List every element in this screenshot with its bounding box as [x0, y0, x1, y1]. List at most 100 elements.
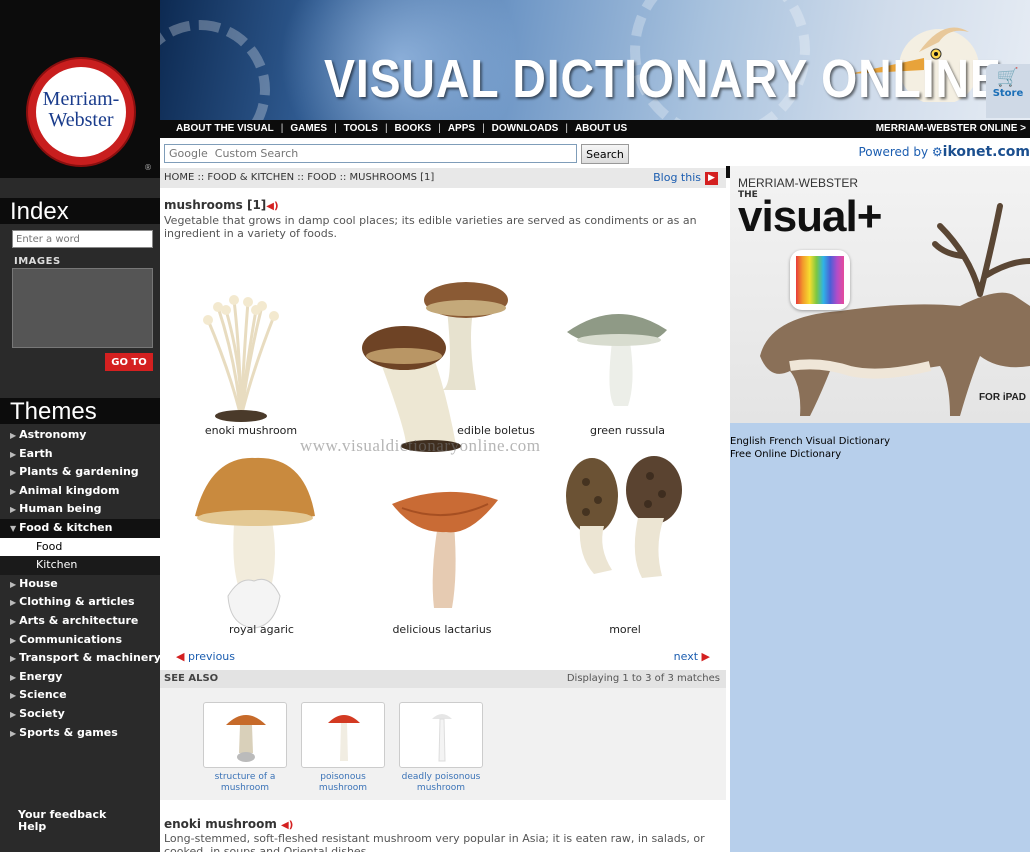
themes-item[interactable]: ▶ Astronomy	[0, 426, 160, 445]
themes-item-label: Earth	[19, 446, 53, 460]
triangle-right-icon: ▶	[10, 505, 17, 515]
nav-about-the-visual[interactable]: ABOUT THE VISUAL	[176, 123, 274, 134]
see-also-thumbnail	[301, 702, 385, 768]
themes-item[interactable]: ▶ Clothing & articles	[0, 593, 160, 612]
speaker-icon[interactable]: ◀)	[266, 201, 278, 212]
help-link[interactable]: Help	[18, 821, 106, 833]
index-heading: Index	[0, 198, 160, 225]
search-input[interactable]	[164, 144, 577, 163]
triangle-right-icon: ▶	[10, 635, 17, 645]
see-also-caption: deadly poisonous mushroom	[401, 772, 481, 793]
english-french-dictionary-link[interactable]: English French Visual Dictionary	[730, 435, 890, 448]
see-also-item[interactable]: structure of a mushroom	[203, 702, 287, 794]
nav-apps[interactable]: APPS	[448, 123, 475, 134]
triangle-right-icon: ▶	[10, 709, 17, 719]
themes-item[interactable]: ▶ Animal kingdom	[0, 482, 160, 501]
see-also-item[interactable]: poisonous mushroom	[301, 702, 385, 794]
themes-item[interactable]: ▶ House	[0, 575, 160, 594]
see-also-thumbnail	[399, 702, 483, 768]
themes-item-label: Transport & machinery	[19, 651, 161, 665]
banner-title: VISUAL DICTIONARY ONLINE	[324, 49, 1002, 109]
powered-by[interactable]: Powered by ⚙ikonet.com	[859, 144, 1030, 160]
see-also-thumbnail	[203, 702, 287, 768]
right-panel: MERRIAM-WEBSTER visual+ THE FOR iPAD Eng…	[730, 166, 1030, 852]
themes-item[interactable]: ▶ Transport & machinery	[0, 649, 161, 668]
logo-inner: Merriam- Webster	[36, 67, 126, 157]
term-definition: Vegetable that grows in damp cool places…	[164, 214, 697, 240]
breadcrumb-text[interactable]: HOME :: FOOD & KITCHEN :: FOOD :: MUSHRO…	[164, 172, 434, 183]
morel-label[interactable]: morel	[600, 623, 650, 636]
green-russula-image[interactable]	[562, 302, 672, 412]
themes-item[interactable]: ▶ Plants & gardening	[0, 463, 160, 482]
sidebar-footer: Your feedback Help	[18, 809, 106, 833]
themes-item[interactable]: ▶ Science	[0, 686, 160, 705]
next-link[interactable]: next ▶	[674, 650, 710, 663]
arrow-right-icon: ▶	[701, 650, 710, 663]
themes-subitem[interactable]: Kitchen	[0, 556, 160, 575]
delicious-lactarius-image[interactable]	[390, 484, 500, 614]
cart-icon: 🛒	[996, 67, 1020, 88]
ad-product: visual+	[738, 192, 882, 241]
merriam-webster-logo[interactable]: Merriam- Webster ®	[26, 57, 152, 172]
term-title-text: mushrooms [1]	[164, 198, 267, 212]
themes-item-label: House	[19, 576, 58, 590]
triangle-right-icon: ▶	[10, 431, 17, 440]
ikonet-logo-icon: ⚙	[931, 145, 943, 159]
nav-about-us[interactable]: ABOUT US	[575, 123, 627, 134]
see-also-item[interactable]: deadly poisonous mushroom	[399, 702, 483, 794]
nav-books[interactable]: BOOKS	[395, 123, 432, 134]
royal-agaric-image[interactable]	[190, 456, 320, 631]
merriam-webster-online-link[interactable]: MERRIAM-WEBSTER ONLINE >	[876, 123, 1026, 134]
themes-item[interactable]: ▶ Communications	[0, 631, 160, 650]
themes-item[interactable]: ▶ Energy	[0, 668, 160, 687]
triangle-right-icon: ▶	[10, 486, 17, 496]
see-also-title: SEE ALSO	[164, 673, 219, 684]
images-preview-box	[12, 268, 153, 348]
royal-agaric-label[interactable]: royal agaric	[214, 623, 309, 636]
themes-item[interactable]: ▶ Sports & games	[0, 724, 160, 743]
powered-by-brand: ikonet.com	[942, 144, 1030, 160]
themes-list: ▶ Astronomy ▶ Earth ▶ Plants & gardening ▶ Anim…	[0, 426, 161, 743]
themes-item-label: Human being	[19, 502, 102, 516]
breadcrumb: HOME :: FOOD & KITCHEN :: FOOD :: MUSHRO…	[160, 168, 726, 188]
term-title: mushrooms [1]◀)	[164, 198, 279, 212]
previous-link[interactable]: ◀ previous	[176, 650, 235, 663]
enoki-mushroom-image[interactable]	[196, 292, 286, 422]
nav-games[interactable]: GAMES	[290, 123, 327, 134]
store-label: Store	[992, 88, 1024, 99]
go-to-button[interactable]: GO TO	[105, 353, 153, 371]
themes-item[interactable]: ▼ Food & kitchen	[0, 518, 160, 538]
triangle-right-icon: ▶	[10, 691, 17, 701]
themes-subitem[interactable]: Food	[0, 537, 160, 557]
green-russula-label[interactable]: green russula	[580, 424, 675, 437]
free-online-dictionary-link[interactable]: Free Online Dictionary	[730, 448, 890, 461]
themes-item[interactable]: ▶ Human being	[0, 500, 160, 519]
ad-links: English French Visual Dictionary Free On…	[730, 435, 890, 461]
nav-separator: |	[438, 123, 441, 134]
nav-separator: |	[565, 123, 568, 134]
speaker-icon[interactable]: ◀)	[281, 820, 293, 831]
index-search-input[interactable]	[12, 230, 153, 248]
nav-tools[interactable]: TOOLS	[344, 123, 378, 134]
themes-item[interactable]: ▶ Arts & architecture	[0, 612, 160, 631]
next-label: next	[673, 650, 699, 663]
logo-text-line2: Webster	[48, 109, 114, 131]
store-button[interactable]: 🛒 Store	[986, 64, 1030, 118]
delicious-lactarius-label[interactable]: delicious lactarius	[382, 623, 502, 636]
morel-image[interactable]	[550, 456, 700, 586]
nav-downloads[interactable]: DOWNLOADS	[492, 123, 559, 134]
see-also-caption: poisonous mushroom	[318, 772, 368, 793]
themes-item[interactable]: ▶ Earth	[0, 445, 160, 464]
logo-text-line1: Merriam-	[42, 88, 120, 110]
enoki-mushroom-label[interactable]: enoki mushroom	[196, 424, 306, 437]
search-button[interactable]: Search	[581, 144, 629, 164]
nav-separator: |	[280, 123, 284, 134]
themes-item[interactable]: ▶ Society	[0, 705, 160, 724]
watermark: www.visualdictionaryonline.com	[300, 436, 541, 455]
blog-this-button[interactable]: Blog this ▶	[653, 171, 718, 185]
pager: ◀ previous next ▶	[160, 648, 726, 666]
see-also-caption: structure of a mushroom	[214, 772, 276, 793]
themes-item-label: Science	[19, 688, 67, 702]
nav-separator: |	[482, 123, 485, 134]
visual-plus-ad[interactable]: MERRIAM-WEBSTER visual+ THE FOR iPAD	[730, 166, 1030, 423]
